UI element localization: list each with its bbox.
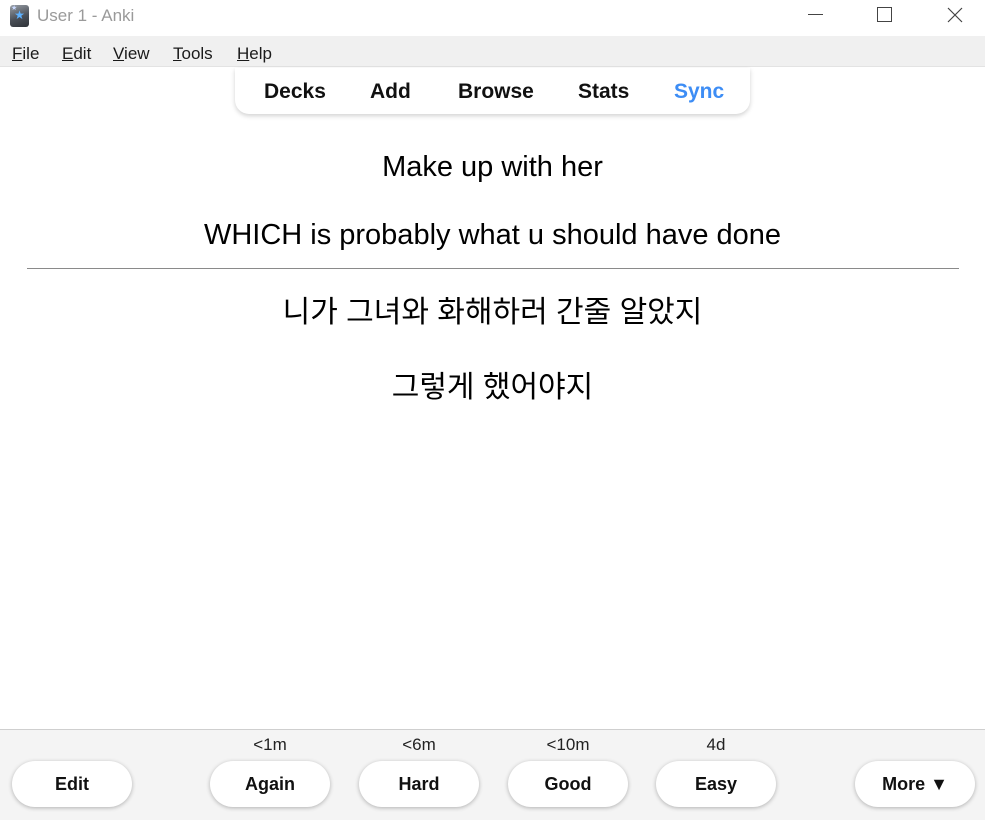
menu-edit[interactable]: Edit: [62, 44, 91, 64]
window-title: User 1 - Anki: [37, 6, 135, 25]
close-icon[interactable]: [932, 0, 978, 32]
edit-button[interactable]: Edit: [12, 761, 132, 807]
nav-sync[interactable]: Sync: [674, 80, 724, 104]
card-answer-line-2: 그렇게 했어야지: [391, 371, 594, 404]
card-question-line-1: Make up with her: [382, 151, 603, 183]
nav-browse[interactable]: Browse: [458, 80, 534, 104]
menu-tools[interactable]: Tools: [173, 44, 213, 64]
nav-add[interactable]: Add: [370, 80, 411, 104]
more-button[interactable]: More ▼: [855, 761, 975, 807]
easy-button[interactable]: Easy: [656, 761, 776, 807]
minimize-icon[interactable]: [793, 0, 839, 32]
easy-interval: 4d: [706, 735, 726, 754]
nav-decks[interactable]: Decks: [264, 80, 326, 104]
card-answer-line-1: 니가 그녀와 화해하러 간줄 알았지: [282, 296, 703, 329]
again-interval: <1m: [253, 735, 287, 754]
maximize-icon[interactable]: [862, 0, 908, 32]
card-question-line-2: WHICH is probably what u should have don…: [203, 219, 782, 251]
anki-logo-icon: ★ ★: [10, 5, 29, 27]
title-bar: ★ ★ User 1 - Anki: [0, 0, 985, 34]
menu-bar: File Edit View Tools Help: [0, 36, 985, 67]
hard-interval: <6m: [402, 735, 436, 754]
again-button[interactable]: Again: [210, 761, 330, 807]
answer-bar: Edit <1m Again <6m Hard <10m Good 4d Eas…: [0, 729, 985, 820]
menu-view[interactable]: View: [113, 44, 150, 64]
top-toolbar: Decks Add Browse Stats Sync: [235, 68, 750, 114]
menu-help[interactable]: Help: [237, 44, 272, 64]
answer-divider: [27, 268, 959, 269]
nav-stats[interactable]: Stats: [578, 80, 629, 104]
hard-button[interactable]: Hard: [359, 761, 479, 807]
menu-file[interactable]: File: [12, 44, 39, 64]
good-interval: <10m: [546, 735, 590, 754]
good-button[interactable]: Good: [508, 761, 628, 807]
